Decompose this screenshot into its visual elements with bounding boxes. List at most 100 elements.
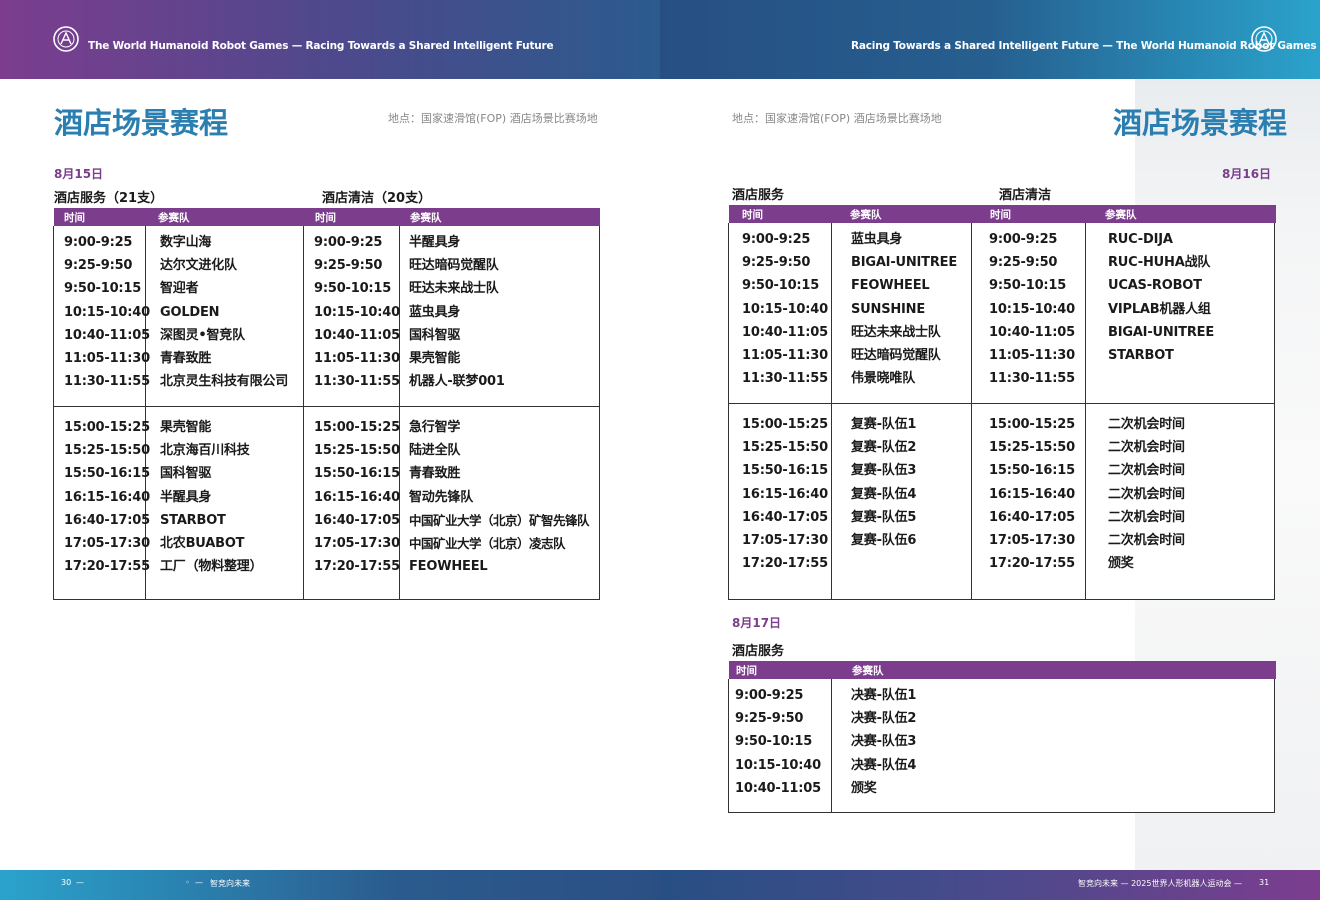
page-number-left: 30 [61,878,72,887]
col-header-time: 时间 [742,209,763,221]
time-cell: 11:05-11:30 [989,347,1075,363]
team-cell: 伟景晓唯队 [851,371,916,387]
team-cell: 陆进全队 [409,443,461,459]
time-cell: 9:50-10:15 [735,734,813,750]
time-cell: 15:00-15:25 [64,420,150,435]
team-cell: 急行智学 [409,420,461,435]
time-cell: 11:05-11:30 [314,350,400,366]
team-column: 蓝虫具身 BIGAI-UNITREE FEOWHEEL SUNSHINE 旺达未… [851,228,957,390]
date-label: 8月17日 [732,616,782,630]
team-cell: 复赛-队伍6 [851,532,917,548]
team-cell: 复赛-队伍5 [851,509,917,525]
time-cell: 15:50-16:15 [64,466,150,482]
col-header-time: 时间 [64,212,85,224]
team-cell: 复赛-队伍3 [851,463,917,479]
team-cell: 智动先锋队 [409,489,474,505]
time-cell: 15:25-15:50 [314,443,400,459]
time-column: 9:00-9:25 9:25-9:50 9:50-10:15 10:15-10:… [742,228,828,390]
time-cell: 10:40-11:05 [989,324,1075,340]
team-cell: BIGAI-UNITREE [1108,324,1215,340]
time-column: 15:00-15:25 15:25-15:50 15:50-16:15 16:1… [64,416,150,578]
time-cell: 15:50-16:15 [989,463,1075,479]
time-cell: 10:40-11:05 [742,324,828,340]
table-divider [971,223,972,600]
time-cell: 10:40-11:05 [735,780,821,796]
footer-slogan-left: 智竞向未来 [210,879,250,888]
team-cell: 复赛-队伍2 [851,440,917,456]
col-header-team: 参赛队 [850,209,882,221]
time-cell: 15:50-16:15 [742,463,828,479]
table-divider [1085,223,1086,600]
team-cell: 半醒具身 [409,235,461,250]
team-cell: 工厂（物料整理） [160,559,263,575]
time-cell: 9:00-9:25 [989,232,1058,247]
team-cell: 决赛-队伍3 [851,734,917,750]
time-cell: 15:50-16:15 [314,466,400,482]
location-left: 地点：国家速滑馆(FOP) 酒店场景比赛场地 [388,112,598,125]
time-cell: 9:25-9:50 [64,258,133,274]
team-cell: 颁奖 [1108,556,1134,572]
section-hotel-service: 酒店服务 [732,188,785,203]
team-column: 数字山海 达尔文进化队 智迎者 GOLDEN 深图灵•智竞队 青春致胜 北京灵生… [160,231,288,393]
team-cell: 中国矿业大学（北京）矿智先锋队 [409,512,590,528]
header-tagline-left: The World Humanoid Robot Games — Racing … [88,40,554,52]
team-cell: SUNSHINE [851,301,926,317]
time-cell: 11:30-11:55 [64,374,150,390]
time-column: 15:00-15:25 15:25-15:50 15:50-16:15 16:1… [742,413,828,575]
team-cell: STARBOT [1108,347,1174,363]
time-cell: 15:00-15:25 [314,420,400,435]
page-title-right: 酒店场景赛程 [1113,106,1288,140]
team-column: 急行智学 陆进全队 青春致胜 智动先锋队 中国矿业大学（北京）矿智先锋队 中国矿… [409,416,590,578]
team-column: 复赛-队伍1 复赛-队伍2 复赛-队伍3 复赛-队伍4 复赛-队伍5 复赛-队伍… [851,413,916,575]
time-cell: 17:20-17:55 [314,559,400,575]
time-cell: 9:25-9:50 [735,711,804,727]
team-cell: 中国矿业大学（北京）凌志队 [409,535,566,551]
time-cell: 15:25-15:50 [989,440,1075,456]
team-cell [1108,367,1214,390]
col-header-team: 参赛队 [410,212,442,224]
team-cell: 二次机会时间 [1108,417,1185,432]
time-cell: 10:15-10:40 [314,304,400,320]
time-cell: 10:40-11:05 [64,327,150,343]
time-cell: 9:50-10:15 [742,278,820,294]
time-cell: 9:00-9:25 [314,235,383,250]
date-label: 8月16日 [1222,167,1272,181]
time-cell: 16:40-17:05 [742,509,828,525]
time-cell: 9:25-9:50 [742,255,811,271]
time-column: 9:00-9:25 9:25-9:50 9:50-10:15 10:15-10:… [989,228,1075,390]
time-cell: 17:05-17:30 [742,532,828,548]
team-cell: 北京灵生科技有限公司 [160,374,289,390]
time-cell: 16:15-16:40 [314,489,400,505]
team-cell: 决赛-队伍4 [851,757,917,773]
table-divider [728,403,1275,404]
team-cell: 颁奖 [851,780,877,796]
time-cell: 9:00-9:25 [742,232,811,247]
team-cell: RUC-HUHA战队 [1108,255,1211,271]
team-cell: 旺达暗码觉醒队 [851,347,941,363]
team-cell: 达尔文进化队 [160,258,237,274]
games-logo-icon [53,26,79,52]
team-cell: UCAS-ROBOT [1108,278,1202,294]
section-hotel-cleaning: 酒店清洁 [999,188,1052,203]
time-cell: 10:15-10:40 [64,304,150,320]
time-cell: 10:15-10:40 [735,757,821,773]
team-cell: 复赛-队伍4 [851,486,917,502]
time-cell: 9:25-9:50 [989,255,1058,271]
team-cell: 决赛-队伍1 [851,688,917,703]
team-cell: 二次机会时间 [1108,486,1185,502]
team-column: 果壳智能 北京海百川科技 国科智驱 半醒具身 STARBOT 北农BUABOT … [160,416,263,578]
time-cell: 16:40-17:05 [314,512,400,528]
team-cell: FEOWHEEL [851,278,930,294]
col-header-team: 参赛队 [852,665,884,677]
team-cell: 蓝虫具身 [409,304,461,320]
small-logo-icon: ◦ [185,878,190,887]
time-cell: 9:50-10:15 [314,281,392,297]
team-cell: 决赛-队伍2 [851,711,917,727]
team-cell: GOLDEN [160,304,220,320]
games-logo-icon [1251,26,1277,52]
team-cell: 青春致胜 [160,350,212,366]
time-cell: 11:05-11:30 [64,350,150,366]
team-cell: 北农BUABOT [160,535,245,551]
footer-dash: — [76,878,84,887]
col-header-time: 时间 [315,212,336,224]
